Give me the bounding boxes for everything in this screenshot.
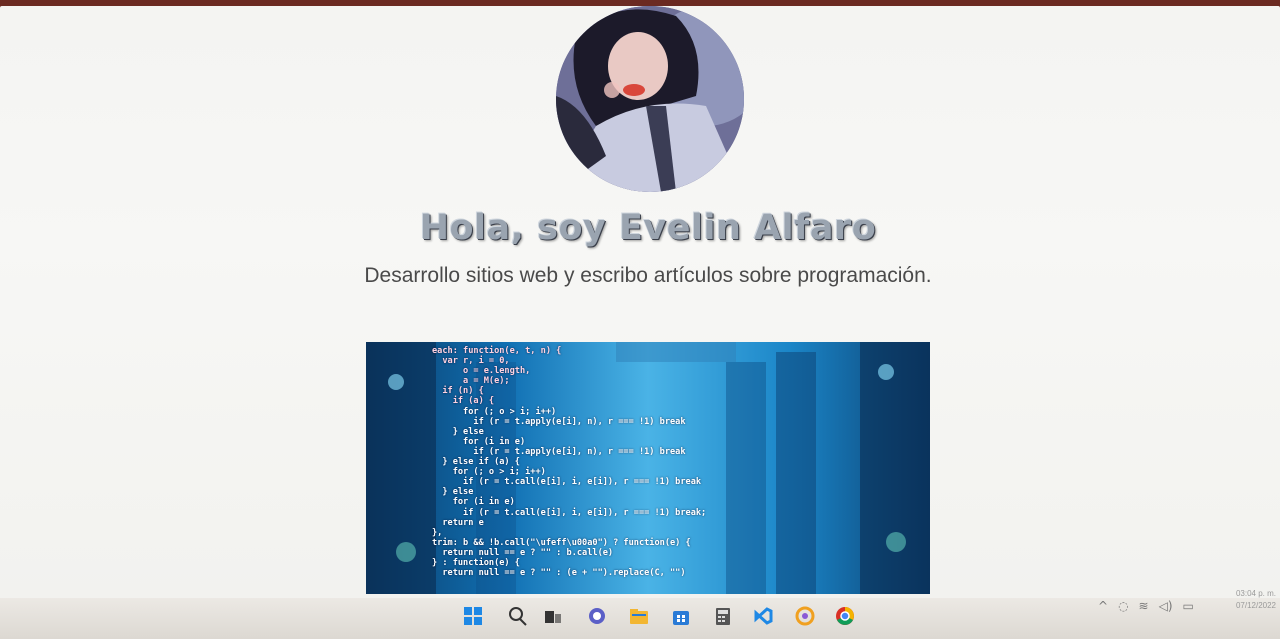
code-line: return e <box>432 517 484 528</box>
windows-start-icon[interactable] <box>460 603 486 629</box>
volume-icon[interactable]: ◁) <box>1159 599 1173 613</box>
code-line: for (i in e) <box>432 497 515 508</box>
code-line: return null == e ? "" : (e + "").replace… <box>432 568 686 579</box>
code-line: for (i in e) <box>432 436 526 447</box>
page-title: Hola, soy Evelin Alfaro <box>419 208 877 248</box>
code-line: for (; o > i; i++) <box>432 406 557 417</box>
chrome-icon[interactable] <box>832 603 858 629</box>
code-line: if (r = t.call(e[i], i, e[i]), r === !1)… <box>432 507 707 518</box>
code-line: } else <box>432 426 484 437</box>
wifi-icon[interactable]: ≋ <box>1139 599 1149 613</box>
code-line: if (r = t.apply(e[i], n), r === !1) brea… <box>432 416 686 427</box>
clock-time: 03:04 p. m. <box>1235 589 1276 598</box>
code-line: } : function(e) { <box>432 557 520 568</box>
code-line: a = M(e); <box>432 376 510 387</box>
code-line: } else <box>432 487 474 498</box>
code-line: if (r = t.call(e[i], i, e[i]), r === !1)… <box>432 477 702 488</box>
code-line: each: function(e, t, n) { <box>432 346 562 356</box>
code-line: trim: b && !b.call("\ufeff\u00a0") ? fun… <box>432 537 691 548</box>
task-view-icon[interactable] <box>540 603 566 629</box>
taskbar-clock[interactable]: 03:04 p. m. 07/12/2022 <box>1208 588 1276 612</box>
clock-date: 07/12/2022 <box>1235 601 1276 610</box>
code-line: if (n) { <box>432 386 484 397</box>
code-line: for (; o > i; i++) <box>432 467 546 478</box>
search-icon[interactable] <box>504 603 530 629</box>
battery-icon[interactable]: ▭ <box>1183 599 1194 613</box>
code-line: if (a) { <box>432 396 495 407</box>
store-icon[interactable] <box>668 603 694 629</box>
chevron-up-icon[interactable]: ^ <box>1098 599 1108 613</box>
file-explorer-icon[interactable] <box>626 603 652 629</box>
code-line: } else if (a) { <box>432 457 520 468</box>
system-tray: ^ ◌ ≋ ◁) ▭ <box>1098 596 1194 616</box>
page-subtitle: Desarrollo sitios web y escribo artículo… <box>364 264 932 287</box>
code-line: o = e.length, <box>432 366 531 377</box>
vscode-icon[interactable] <box>750 603 776 629</box>
code-snippet: each: function(e, t, n) { var r, i = 0, … <box>432 346 706 578</box>
code-line: }, <box>432 527 443 538</box>
code-banner-image: each: function(e, t, n) { var r, i = 0, … <box>366 342 930 594</box>
code-line: if (r = t.apply(e[i], n), r === !1) brea… <box>432 446 686 457</box>
code-line: return null == e ? "" : b.call(e) <box>432 547 614 558</box>
profile-avatar <box>556 6 744 192</box>
code-line: var r, i = 0, <box>432 356 510 367</box>
chat-icon[interactable] <box>584 603 610 629</box>
calculator-icon[interactable] <box>710 603 736 629</box>
network-icon[interactable]: ◌ <box>1118 599 1128 613</box>
app-icon[interactable] <box>792 603 818 629</box>
